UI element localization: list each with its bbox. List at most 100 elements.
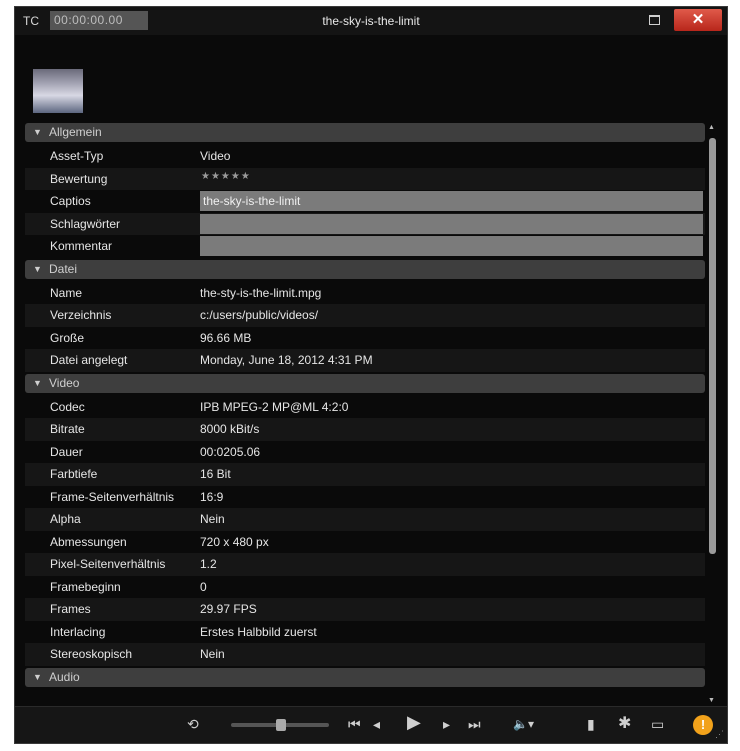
play-icon[interactable]: ▶ xyxy=(407,713,421,731)
keywords-input[interactable] xyxy=(200,213,703,234)
comment-input[interactable] xyxy=(200,236,703,256)
property-value: IPB MPEG-2 MP@ML 4:2:0 xyxy=(200,399,349,414)
settings-gear-icon[interactable]: ✱ xyxy=(618,715,631,733)
property-label: Alpha xyxy=(50,512,81,526)
close-button[interactable]: ✕ xyxy=(674,9,722,31)
volume-icon[interactable]: 🔈▾ xyxy=(513,715,534,733)
property-label: Verzeichnis xyxy=(50,308,112,322)
property-label: Farbtiefe xyxy=(50,467,98,481)
property-row-stereo: Stereoskopisch Nein xyxy=(25,643,705,666)
expand-arrow-icon: ▼ xyxy=(33,263,42,274)
property-value: Erstes Halbbild zuerst xyxy=(200,624,317,639)
property-label: Kommentar xyxy=(50,239,113,253)
warning-icon[interactable]: ! xyxy=(693,715,713,735)
property-label: Codec xyxy=(50,399,85,414)
property-value: Monday, June 18, 2012 4:31 PM xyxy=(200,353,373,367)
resize-grip-icon[interactable]: ⋰ xyxy=(715,729,724,740)
property-label: Bitrate xyxy=(50,422,85,436)
property-label: Frames xyxy=(50,602,91,616)
maximize-icon xyxy=(648,15,660,25)
property-label: Interlacing xyxy=(50,624,106,639)
rating-stars[interactable]: ★★★★★ xyxy=(201,171,251,182)
property-row-asset-type: Asset-Typ Video xyxy=(25,145,705,168)
property-value: 16 Bit xyxy=(200,467,231,481)
property-value: 29.97 FPS xyxy=(200,602,257,616)
property-label: Schlagwörter xyxy=(50,216,121,231)
property-label: Bewertung xyxy=(50,171,108,186)
property-label: Pixel-Seitenverhältnis xyxy=(50,557,166,571)
property-row-rating: Bewertung ★★★★★ xyxy=(25,167,705,190)
vertical-scrollbar[interactable]: ▲ ▼ xyxy=(707,124,717,704)
property-row-size: Große 96.66 MB xyxy=(25,327,705,350)
property-row-alpha: Alpha Nein xyxy=(25,508,705,531)
property-row-dimensions: Abmessungen 720 x 480 px xyxy=(25,531,705,554)
property-row-caption: Captios the-sky-is-the-limit xyxy=(25,190,705,213)
scrollbar-thumb[interactable] xyxy=(709,138,716,554)
transport-toolbar: ⟲ ⏮ ◂ ▶ ▸ ⏭ 🔈▾ ▮ ✱ ▭ ! ⋰ xyxy=(15,706,727,743)
property-row-comment: Kommentar xyxy=(25,235,705,258)
property-label: Asset-Typ xyxy=(50,149,104,163)
property-row-pixel-aspect: Pixel-Seitenverhältnis 1.2 xyxy=(25,553,705,576)
property-label: Stereoskopisch xyxy=(50,647,133,661)
property-row-depth: Farbtiefe 16 Bit xyxy=(25,463,705,486)
property-label: Frame-Seitenverhältnis xyxy=(50,489,175,504)
section-title: Datei xyxy=(49,261,78,276)
property-row-created: Datei angelegt Monday, June 18, 2012 4:3… xyxy=(25,349,705,372)
section-title: Audio xyxy=(49,669,80,684)
section-video-header[interactable]: ▼ Video xyxy=(25,373,705,393)
go-to-start-icon[interactable]: ⏮ xyxy=(348,715,361,733)
property-label: Datei angelegt xyxy=(50,353,128,367)
property-value: 00:0205.06 xyxy=(200,444,261,459)
slider-knob[interactable] xyxy=(276,719,286,731)
property-label: Framebeginn xyxy=(50,579,121,594)
property-label: Dauer xyxy=(50,444,83,459)
section-audio-header[interactable]: ▼ Audio xyxy=(25,667,705,687)
property-row-name: Name the-sty-is-the-limit.mpg xyxy=(25,282,705,305)
property-row-codec: Codec IPB MPEG-2 MP@ML 4:2:0 xyxy=(25,396,705,419)
property-value: 1.2 xyxy=(200,557,217,571)
expand-arrow-icon: ▼ xyxy=(33,377,42,388)
loop-icon[interactable]: ⟲ xyxy=(187,715,199,733)
property-row-duration: Dauer 00:0205.06 xyxy=(25,441,705,464)
properties-panel: ▼ Allgemein Asset-Typ Video Bewertung ★★… xyxy=(25,121,705,697)
previous-frame-icon[interactable]: ◂ xyxy=(373,715,380,733)
jog-slider[interactable] xyxy=(231,719,329,731)
detach-window-icon[interactable]: ▭ xyxy=(651,715,664,733)
property-value: 720 x 480 px xyxy=(200,534,269,549)
section-file-header[interactable]: ▼ Datei xyxy=(25,259,705,279)
property-row-frame-start: Framebeginn 0 xyxy=(25,576,705,599)
expand-arrow-icon: ▼ xyxy=(33,671,42,682)
scroll-down-icon[interactable]: ▼ xyxy=(708,697,715,704)
property-row-directory: Verzeichnis c:/users/public/videos/ xyxy=(25,304,705,327)
property-value: the-sty-is-the-limit.mpg xyxy=(200,285,322,300)
property-row-interlacing: Interlacing Erstes Halbbild zuerst xyxy=(25,621,705,644)
player-window: TC 00:00:00.00 the-sky-is-the-limit ✕ ▼ … xyxy=(14,6,728,744)
property-value: 8000 kBit/s xyxy=(200,422,260,436)
property-label: Name xyxy=(50,285,83,300)
property-value: Nein xyxy=(200,647,225,661)
property-row-keywords: Schlagwörter xyxy=(25,212,705,235)
property-value: Nein xyxy=(200,512,225,526)
property-label: Abmessungen xyxy=(50,534,127,549)
property-row-frames: Frames 29.97 FPS xyxy=(25,598,705,621)
video-thumbnail xyxy=(33,69,83,113)
property-value: 96.66 MB xyxy=(200,330,252,345)
caption-input[interactable]: the-sky-is-the-limit xyxy=(200,191,703,211)
property-row-aspect: Frame-Seitenverhältnis 16:9 xyxy=(25,486,705,509)
property-row-bitrate: Bitrate 8000 kBit/s xyxy=(25,418,705,441)
section-title: Video xyxy=(49,375,80,390)
next-frame-icon[interactable]: ▸ xyxy=(443,715,450,733)
maximize-button[interactable] xyxy=(643,9,665,31)
property-value: c:/users/public/videos/ xyxy=(200,308,319,322)
expand-arrow-icon: ▼ xyxy=(33,127,42,137)
property-value: 16:9 xyxy=(200,489,224,504)
section-title: Allgemein xyxy=(49,125,102,139)
section-general-header[interactable]: ▼ Allgemein xyxy=(25,123,705,142)
title-bar: TC 00:00:00.00 the-sky-is-the-limit ✕ xyxy=(15,7,727,35)
scroll-up-icon[interactable]: ▲ xyxy=(708,124,715,131)
property-value: 0 xyxy=(200,579,207,594)
copy-icon[interactable]: ▮ xyxy=(587,715,595,733)
window-title: the-sky-is-the-limit xyxy=(322,14,420,28)
go-to-end-icon[interactable]: ⏭ xyxy=(468,715,481,733)
property-label: Große xyxy=(50,330,85,345)
